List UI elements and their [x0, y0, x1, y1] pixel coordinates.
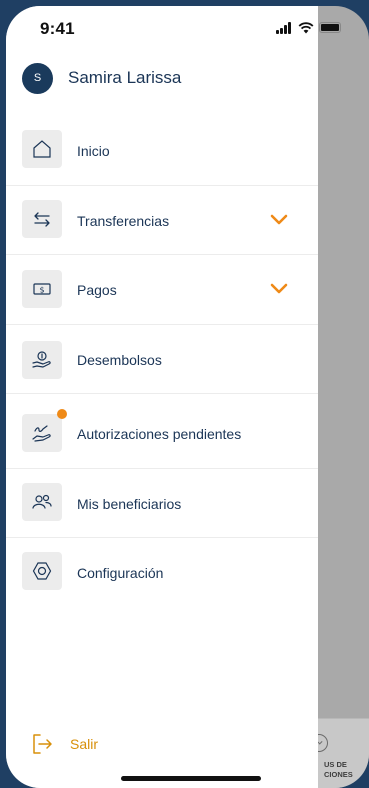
hexagon-settings-icon — [22, 552, 62, 590]
chevron-down-icon[interactable] — [268, 282, 290, 296]
menu-item-configuracion[interactable]: Configuración — [6, 538, 318, 608]
hand-coin-icon — [22, 341, 62, 379]
money-bill-icon: $ — [22, 270, 62, 308]
logout-icon — [33, 734, 52, 754]
notification-dot — [57, 409, 67, 419]
menu-item-desembolsos[interactable]: Desembolsos — [6, 325, 318, 394]
menu-label: Mis beneficiarios — [77, 496, 182, 512]
navigation-drawer: 9:41 S Samira Larissa Inicio Transferenc… — [6, 6, 341, 788]
menu-item-autorizaciones[interactable]: Autorizaciones pendientes — [6, 394, 318, 469]
menu-item-transferencias[interactable]: Transferencias — [6, 186, 318, 255]
logout-button[interactable]: Salir — [30, 732, 230, 762]
menu-label: Autorizaciones pendientes — [77, 426, 242, 442]
menu-item-inicio[interactable]: Inicio — [6, 116, 318, 186]
menu-label: Configuración — [77, 565, 164, 581]
menu-item-pagos[interactable]: $ Pagos — [6, 255, 318, 325]
menu-label: Transferencias — [77, 213, 170, 229]
menu-label: Pagos — [77, 282, 117, 298]
svg-text:$: $ — [39, 286, 44, 295]
battery-icon — [319, 22, 341, 33]
transfer-arrows-icon — [22, 200, 62, 238]
avatar: S — [22, 63, 53, 94]
menu-label: Desembolsos — [77, 352, 162, 368]
users-icon — [22, 483, 62, 521]
logout-label: Salir — [70, 736, 99, 752]
user-name: Samira Larissa — [68, 68, 182, 87]
signal-icon — [276, 22, 294, 34]
signature-hand-icon — [22, 414, 62, 452]
home-indicator — [121, 776, 261, 781]
user-profile[interactable]: S Samira Larissa — [22, 61, 302, 95]
status-bar: 9:41 — [6, 6, 341, 50]
menu-list: Inicio Transferencias $ Pagos Desembolso… — [6, 116, 318, 608]
chevron-down-icon[interactable] — [268, 213, 290, 227]
background-tab-label: US DE CIONES — [324, 760, 353, 779]
home-icon — [22, 130, 62, 168]
menu-item-beneficiarios[interactable]: Mis beneficiarios — [6, 469, 318, 538]
status-time: 9:41 — [40, 19, 75, 38]
wifi-icon — [298, 22, 314, 34]
menu-label: Inicio — [77, 143, 110, 159]
phone-screen: US DE CIONES 9:41 S Samira Larissa Inici… — [6, 6, 369, 788]
